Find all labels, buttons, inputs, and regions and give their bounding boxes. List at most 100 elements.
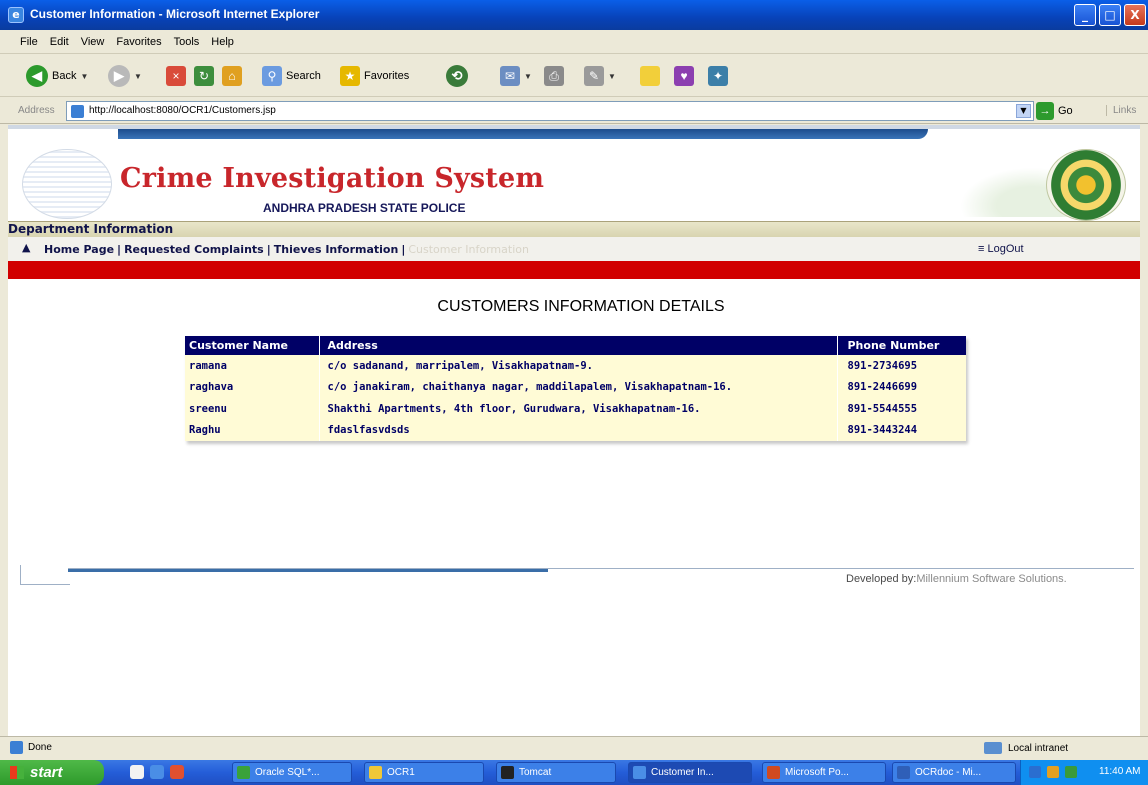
clock: 11:40 AM [1099,766,1141,777]
task-tomcat-label: Tomcat [519,767,552,778]
task-ocrdoc-label: OCRdoc - Mi... [915,767,982,778]
task-powerpoint[interactable]: Microsoft Po... [762,762,886,783]
edit-icon: ✎ [584,66,604,86]
address-bar: Address http://localhost:8080/OCR1/Custo… [0,98,1148,124]
favorites-button[interactable]: ★ Favorites [340,63,409,89]
mail-button[interactable]: ✉ ▼ [500,63,532,89]
research-button[interactable]: ✦ [708,63,728,89]
nav-customer-information[interactable]: Customer Information [408,243,529,256]
task-tomcat[interactable]: Tomcat [496,762,616,783]
cell-customer-name: ramana [185,355,320,377]
intranet-icon [984,742,1002,754]
menu-view[interactable]: View [75,30,111,48]
window-title-bar[interactable]: e Customer Information - Microsoft Inter… [0,0,1148,30]
page-heading: CUSTOMERS INFORMATION DETAILS [437,298,725,315]
back-dropdown-icon[interactable]: ▼ [80,72,88,81]
site-header: Crime Investigation System ANDHRA PRADES… [8,145,1140,221]
cell-address: c/o janakiram, chaithanya nagar, maddila… [319,376,838,398]
show-desktop-icon[interactable] [130,765,144,779]
logout-label: LogOut [987,243,1024,255]
home-button[interactable]: ⌂ [222,63,242,89]
home-nav-icon[interactable]: ▲ [22,242,34,254]
task-customer-info[interactable]: Customer In... [628,762,752,783]
media-quicklaunch-icon[interactable] [170,765,184,779]
footer-corner [20,565,70,585]
logout-link[interactable]: ≡ LogOut [978,243,1024,255]
nav-requested-complaints[interactable]: Requested Complaints [124,243,264,256]
forward-button[interactable]: ▶ ▼ [108,63,142,89]
table-row: Raghu fdaslfasvdsds 891-3443244 [185,419,966,441]
links-button[interactable]: Links [1106,105,1136,116]
discuss-button[interactable] [640,63,660,89]
page-done-icon [10,741,23,754]
address-label: Address [18,105,55,116]
star-icon: ★ [340,66,360,86]
app-tray-icon[interactable] [1065,766,1077,778]
go-button[interactable]: → Go [1036,102,1073,120]
menu-tools[interactable]: Tools [168,30,206,48]
edit-button[interactable]: ✎ ▼ [584,63,616,89]
print-icon: ⎙ [544,66,564,86]
site-title: Crime Investigation System [120,163,545,194]
stop-icon: × [166,66,186,86]
refresh-button[interactable]: ↻ [194,63,214,89]
cell-phone-number: 891-2446699 [847,381,918,394]
red-divider-bar [8,261,1140,279]
task-ocrdoc-word[interactable]: OCRdoc - Mi... [892,762,1016,783]
cell-phone-number: 891-2734695 [847,359,918,372]
footer-blue-bar [68,569,548,572]
menu-favorites[interactable]: Favorites [110,30,167,48]
back-button[interactable]: ◀ Back ▼ [26,63,88,89]
cell-address: fdaslfasvdsds [319,419,838,441]
print-button[interactable]: ⎙ [544,63,564,89]
ie-task-icon [633,766,646,779]
folder-icon [640,66,660,86]
go-label: Go [1058,105,1073,117]
back-label: Back [52,70,77,82]
minimize-button[interactable]: _ [1074,4,1096,26]
task-customer-info-label: Customer In... [651,767,714,778]
nav-home-page[interactable]: Home Page [44,243,114,256]
volume-tray-icon[interactable] [1047,766,1059,778]
section-title: Department Information [8,222,174,236]
close-button[interactable]: X [1124,4,1146,26]
cell-phone-number: 891-5544555 [847,402,918,415]
mail-dropdown-icon[interactable]: ▼ [524,72,532,81]
system-tray: 11:40 AM [1020,760,1148,785]
menu-file[interactable]: File [14,30,44,48]
globe-graphic [22,149,112,219]
site-subtitle: ANDHRA PRADESH STATE POLICE [263,201,466,215]
stop-button[interactable]: × [166,63,186,89]
nav-separator: | [266,243,271,256]
start-button[interactable]: start [0,760,104,785]
search-button[interactable]: ⚲ Search [262,63,321,89]
ie-quicklaunch-icon[interactable] [150,765,164,779]
developer-credit: Developed by:Millennium Software Solutio… [846,573,1067,585]
task-ocr1-folder[interactable]: OCR1 [364,762,484,783]
developer-credit-label: Developed by: [846,573,917,585]
task-oracle-sql[interactable]: Oracle SQL*... [232,762,352,783]
history-button[interactable]: ⟲ [446,63,468,89]
menu-bar: File Edit View Favorites Tools Help [0,30,1148,54]
task-powerpoint-label: Microsoft Po... [785,767,849,778]
customers-table: Customer Name Address Phone Number raman… [185,336,966,441]
edit-dropdown-icon[interactable]: ▼ [608,72,616,81]
status-bar: Done Local intranet [0,736,1148,758]
page-content: Crime Investigation System ANDHRA PRADES… [8,125,1140,736]
address-input[interactable]: http://localhost:8080/OCR1/Customers.jsp… [66,101,1034,121]
header-blue-bar [118,129,928,139]
maximize-button[interactable]: □ [1099,4,1121,26]
address-dropdown-icon[interactable]: ▼ [1016,104,1031,118]
search-label: Search [286,70,321,82]
forward-dropdown-icon[interactable]: ▼ [134,72,142,81]
nav-links: Home Page | Requested Complaints | Thieves I… [44,243,529,256]
address-url[interactable]: http://localhost:8080/OCR1/Customers.jsp [89,105,276,116]
menu-help[interactable]: Help [205,30,240,48]
nav-thieves-information[interactable]: Thieves Information [274,243,399,256]
quick-launch [130,765,184,779]
messenger-button[interactable]: ♥ [674,63,694,89]
menu-edit[interactable]: Edit [44,30,75,48]
customers-table-container: Customer Name Address Phone Number raman… [185,336,966,441]
start-label: start [30,764,63,781]
network-tray-icon[interactable] [1029,766,1041,778]
